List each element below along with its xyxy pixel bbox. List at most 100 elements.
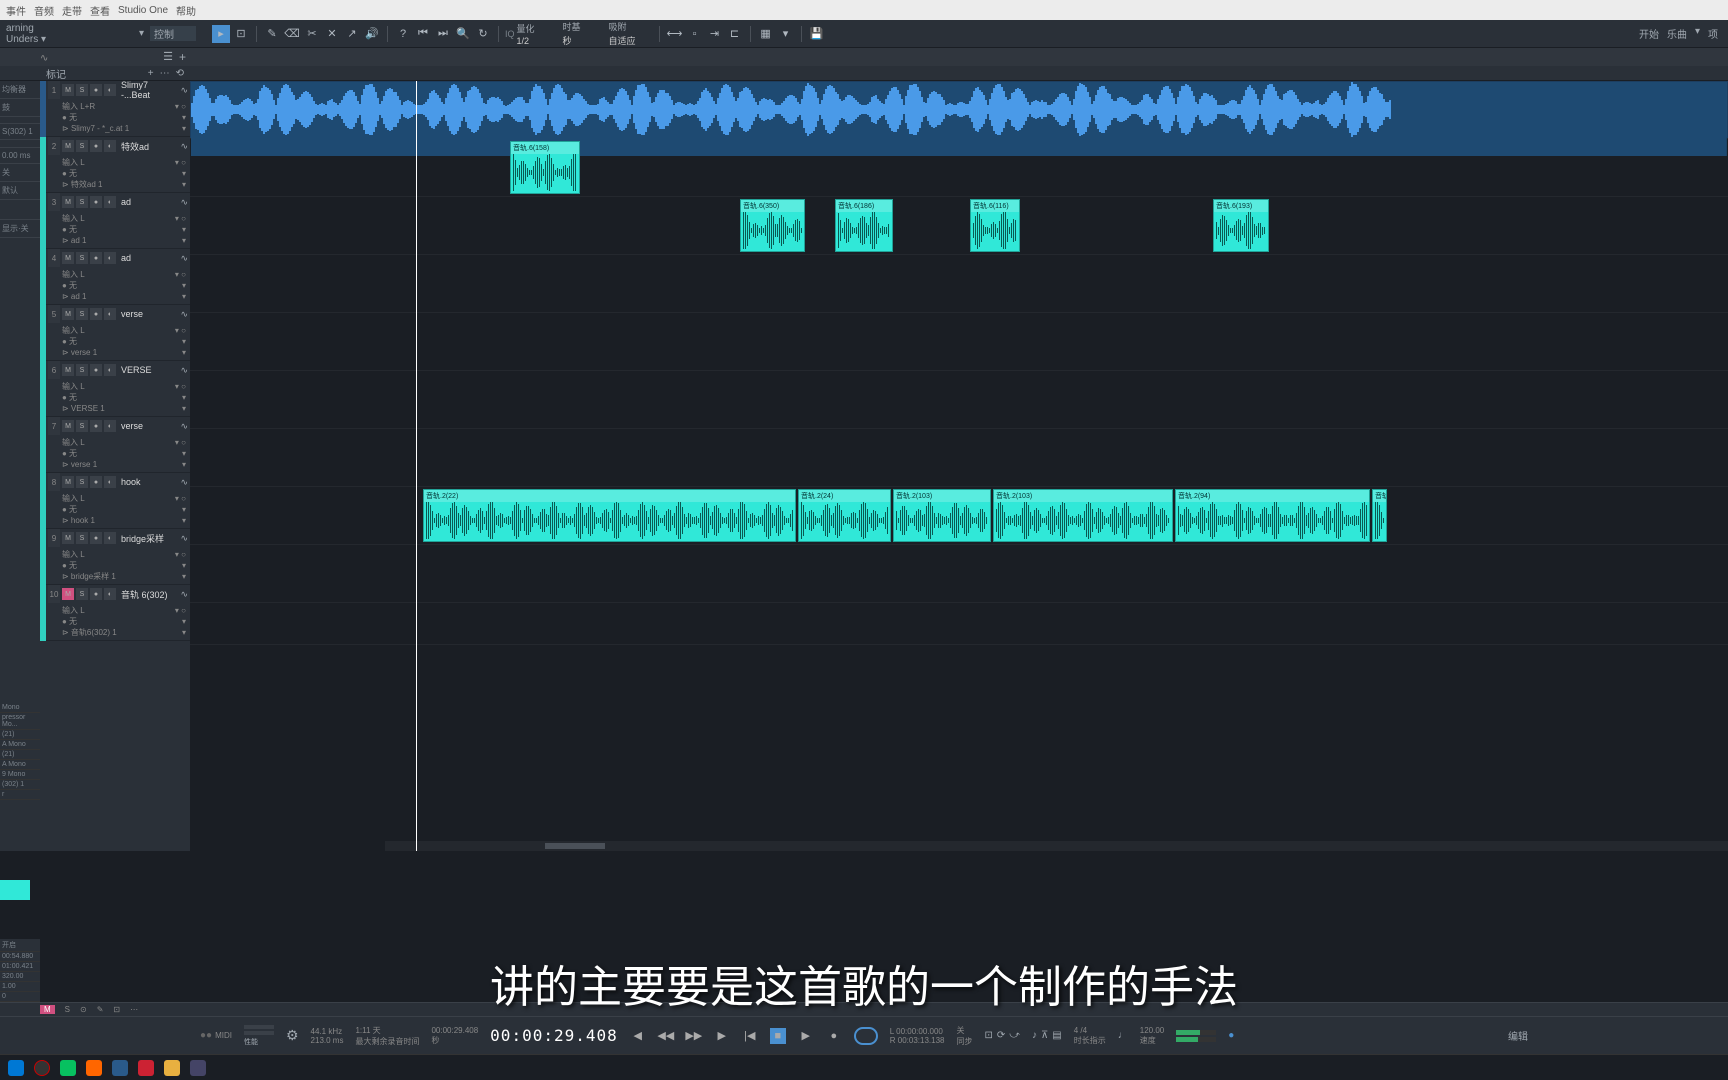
status-i3[interactable]: ⊡ bbox=[113, 1005, 120, 1014]
track-10[interactable]: 10 M S ● ◐ 音轨 6(302) ∿ 输入 L▾ ○ ● 无▾ ⊳ 音轨… bbox=[46, 585, 190, 641]
mute-button[interactable]: M bbox=[62, 140, 74, 152]
menu-audio[interactable]: 音频 bbox=[34, 3, 54, 18]
mute-button[interactable]: M bbox=[62, 364, 74, 376]
marker-menu-icon[interactable]: ⋯ bbox=[160, 68, 170, 79]
audio-clip[interactable]: 音轨.2(22) bbox=[423, 489, 796, 542]
lane-2[interactable]: 音轨.6(158) bbox=[190, 139, 1728, 197]
track-name[interactable]: VERSE bbox=[118, 365, 178, 375]
wechat-icon[interactable] bbox=[60, 1060, 76, 1076]
forward-icon[interactable]: ⏭ bbox=[434, 25, 452, 43]
track-5[interactable]: 5 M S ● ◐ verse ∿ 输入 L▾ ○ ● 无▾ ⊳ verse 1… bbox=[46, 305, 190, 361]
count-icon[interactable]: ⤻ bbox=[1009, 1030, 1020, 1041]
preroll-icon[interactable]: ⟳ bbox=[997, 1030, 1005, 1041]
quantize-dropdown[interactable]: 量化 1/2 bbox=[517, 22, 561, 46]
lp-display[interactable]: 显示·关 bbox=[0, 220, 40, 238]
autoscroll-icon[interactable]: ⟷ bbox=[666, 25, 684, 43]
tempo-icon[interactable]: ♩ bbox=[1118, 1030, 1128, 1041]
mute-button[interactable]: M bbox=[62, 588, 74, 600]
lp-off[interactable]: 关 bbox=[0, 164, 40, 182]
status-i1[interactable]: ⊙ bbox=[80, 1005, 87, 1014]
track-name[interactable]: 音轨 6(302) bbox=[118, 588, 178, 601]
zoom-icon[interactable]: 🔍 bbox=[454, 25, 472, 43]
time-sig[interactable]: 4 /4 bbox=[1074, 1026, 1106, 1035]
horizontal-scrollbar[interactable] bbox=[385, 841, 1728, 851]
snap-dropdown[interactable]: 吸附 自适应 bbox=[609, 20, 653, 47]
audio-clip[interactable]: 音轨.6(193) bbox=[1213, 199, 1269, 252]
loop-icon[interactable]: ↻ bbox=[474, 25, 492, 43]
mute-button[interactable]: M bbox=[62, 84, 74, 96]
audio-clip[interactable]: 音轨.6(350) bbox=[740, 199, 805, 252]
add-marker-icon[interactable]: + bbox=[148, 68, 154, 79]
track-name[interactable]: bridge采样 bbox=[118, 532, 178, 545]
arrange-view[interactable]: 5305543045 #2#3#4 音轨.6(158) bbox=[190, 81, 1728, 851]
track-7[interactable]: 7 M S ● ◐ verse ∿ 输入 L▾ ○ ● 无▾ ⊳ verse 1… bbox=[46, 417, 190, 473]
metro-icon[interactable]: ⊡ bbox=[984, 1030, 992, 1041]
track-name[interactable]: verse bbox=[118, 309, 178, 319]
track-8[interactable]: 8 M S ● ◐ hook ∿ 输入 L▾ ○ ● 无▾ ⊳ hook 1▾ bbox=[46, 473, 190, 529]
status-mute-icon[interactable]: M bbox=[40, 1005, 55, 1014]
automation-icon[interactable]: ∿ bbox=[180, 477, 188, 488]
explorer-icon[interactable] bbox=[164, 1060, 180, 1076]
record-button[interactable]: ● bbox=[90, 588, 102, 600]
record-button[interactable]: ● bbox=[90, 420, 102, 432]
automation-icon[interactable]: ∿ bbox=[180, 141, 188, 152]
audio-clip[interactable]: 音轨.2(94) bbox=[1175, 489, 1370, 542]
solo-button[interactable]: S bbox=[76, 84, 88, 96]
lane-4[interactable] bbox=[190, 255, 1728, 313]
record-button[interactable]: ● bbox=[90, 308, 102, 320]
lane-8[interactable]: 音轨.2(22) 音轨.2(24) 音轨.2(103) 音轨.2(103) 音轨… bbox=[190, 487, 1728, 545]
edit-label[interactable]: 编辑 bbox=[1508, 1028, 1528, 1043]
menu-studioone[interactable]: Studio One bbox=[118, 5, 168, 16]
scroll-thumb[interactable] bbox=[545, 843, 605, 849]
play-button[interactable]: ▶ bbox=[798, 1028, 814, 1044]
monitor-button[interactable]: ◐ bbox=[104, 252, 116, 264]
mute-button[interactable]: M bbox=[62, 252, 74, 264]
track-name[interactable]: ad bbox=[118, 197, 178, 207]
snap3-icon[interactable]: ⊏ bbox=[726, 25, 744, 43]
solo-button[interactable]: S bbox=[76, 532, 88, 544]
solo-button[interactable]: S bbox=[76, 308, 88, 320]
menu-event[interactable]: 事件 bbox=[6, 3, 26, 18]
audio-clip[interactable]: 音轨.6(158) bbox=[510, 141, 580, 194]
click2-icon[interactable]: ⊼ bbox=[1041, 1030, 1048, 1041]
metro-toggle[interactable]: 关 bbox=[956, 1025, 972, 1036]
arrow-tool[interactable]: ▸ bbox=[212, 25, 230, 43]
solo-button[interactable]: S bbox=[76, 364, 88, 376]
menu-help[interactable]: 帮助 bbox=[176, 3, 196, 18]
track-name[interactable]: ad bbox=[118, 253, 178, 263]
prev-marker-button[interactable]: ◀ bbox=[630, 1028, 646, 1044]
menu-view[interactable]: 查看 bbox=[90, 3, 110, 18]
grid2-icon[interactable]: ▾ bbox=[777, 25, 795, 43]
solo-button[interactable]: S bbox=[76, 196, 88, 208]
lp-default[interactable]: 默认 bbox=[0, 182, 40, 200]
stop-button[interactable]: ■ bbox=[770, 1028, 786, 1044]
start-tab[interactable]: 开始 bbox=[1639, 26, 1659, 41]
timebase-dropdown[interactable]: 时基 秒 bbox=[563, 20, 607, 47]
obs-icon[interactable] bbox=[34, 1060, 50, 1076]
track-1[interactable]: 1 M S ● ◐ Slimy7 -...Beat ∿ 输入 L+R▾ ○ ● … bbox=[46, 81, 190, 137]
status-solo-icon[interactable]: S bbox=[65, 1005, 70, 1014]
track-4[interactable]: 4 M S ● ◐ ad ∿ 输入 L▾ ○ ● 无▾ ⊳ ad 1▾ bbox=[46, 249, 190, 305]
mute-button[interactable]: M bbox=[62, 476, 74, 488]
playhead[interactable] bbox=[416, 81, 417, 851]
master-toggle[interactable]: ● bbox=[1228, 1030, 1234, 1041]
app2-icon[interactable] bbox=[190, 1060, 206, 1076]
save-icon[interactable]: 💾 bbox=[808, 25, 826, 43]
track-name[interactable]: 特效ad bbox=[118, 140, 178, 153]
record-button[interactable]: ● bbox=[90, 84, 102, 96]
mute-button[interactable]: M bbox=[62, 420, 74, 432]
automation-icon[interactable]: ∿ bbox=[180, 365, 188, 376]
status-i4[interactable]: ⋯ bbox=[130, 1005, 138, 1014]
lane-5[interactable] bbox=[190, 313, 1728, 371]
track-6[interactable]: 6 M S ● ◐ VERSE ∿ 输入 L▾ ○ ● 无▾ ⊳ VERSE 1… bbox=[46, 361, 190, 417]
solo-button[interactable]: S bbox=[76, 420, 88, 432]
automation-icon[interactable]: ∿ bbox=[180, 421, 188, 432]
click-icon[interactable]: ♪ bbox=[1032, 1030, 1037, 1041]
lane-1[interactable] bbox=[190, 81, 1728, 139]
click3-icon[interactable]: ▤ bbox=[1052, 1030, 1061, 1041]
rtz-button[interactable]: |◀ bbox=[742, 1028, 758, 1044]
monitor-button[interactable]: ◐ bbox=[104, 308, 116, 320]
studioone-icon[interactable] bbox=[112, 1060, 128, 1076]
loop-button[interactable] bbox=[854, 1027, 878, 1045]
lane-9[interactable] bbox=[190, 545, 1728, 603]
